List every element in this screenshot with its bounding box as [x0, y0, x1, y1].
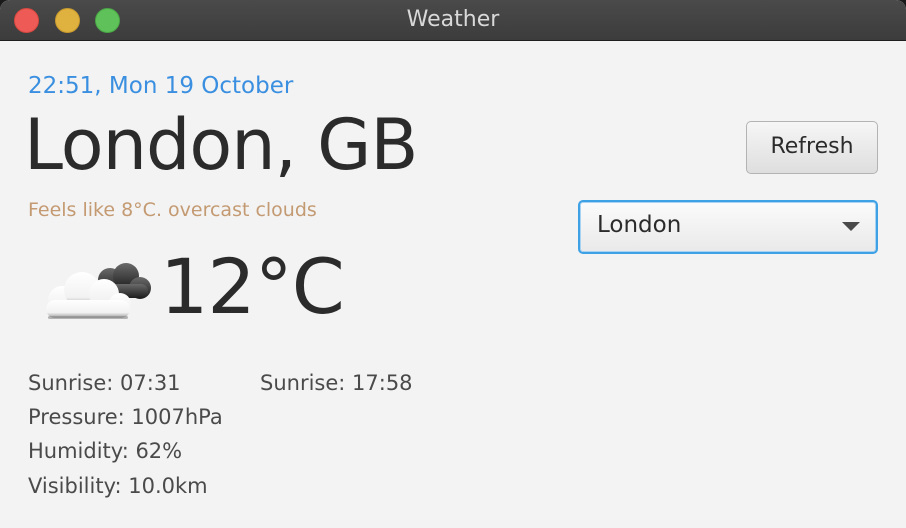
temperature-value: 12°C: [160, 242, 345, 331]
refresh-button[interactable]: Refresh: [746, 121, 878, 174]
datetime-label: 22:51, Mon 19 October: [28, 73, 294, 99]
humidity-label: Humidity: 62%: [28, 439, 183, 463]
cloud-sun-icon: [46, 263, 151, 319]
pressure-label: Pressure: 1007hPa: [28, 405, 223, 429]
city-select-value: London: [597, 212, 682, 238]
title-bar: Weather: [0, 0, 906, 41]
window-title: Weather: [406, 7, 500, 32]
city-select[interactable]: London: [578, 200, 878, 254]
sunset-label: Sunrise: 17:58: [260, 371, 413, 395]
weather-window: Weather 22:51, Mon 19 October London, GB…: [0, 0, 906, 528]
visibility-label: Visibility: 10.0km: [28, 474, 208, 498]
chevron-down-icon: [842, 222, 860, 231]
location-title: London, GB: [24, 104, 418, 186]
feels-like-label: Feels like 8°C. overcast clouds: [28, 199, 317, 221]
sunrise-label: Sunrise: 07:31: [28, 371, 181, 395]
